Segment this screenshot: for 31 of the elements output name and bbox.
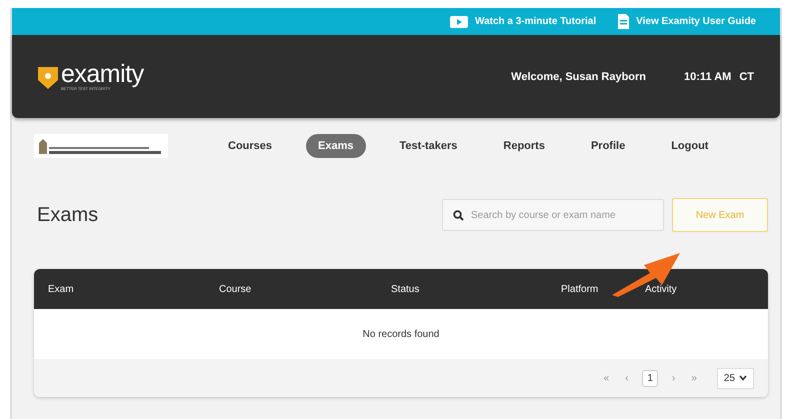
- shield-icon: [38, 64, 58, 88]
- nav-tab[interactable]: Test-takers: [388, 134, 470, 158]
- user-guide-link[interactable]: View Examity User Guide: [618, 14, 756, 29]
- nav-tab[interactable]: Logout: [659, 134, 720, 158]
- nav-tab[interactable]: Exams: [306, 134, 366, 158]
- tutorial-link[interactable]: Watch a 3-minute Tutorial: [450, 16, 596, 28]
- next-page-button[interactable]: ›: [670, 372, 678, 384]
- last-page-button[interactable]: »: [689, 372, 699, 384]
- page-number-button[interactable]: 1: [642, 370, 658, 386]
- nav-tab[interactable]: Profile: [578, 134, 638, 158]
- search-field[interactable]: Search by course or exam name: [442, 199, 664, 231]
- timezone-text: CT: [739, 70, 754, 82]
- time-text: 10:11 AM: [684, 70, 732, 82]
- previous-page-button[interactable]: ‹: [623, 372, 630, 384]
- page-size-dropdown[interactable]: 25: [716, 368, 754, 388]
- column-header: Course: [219, 284, 252, 294]
- page-title: Exams: [37, 204, 98, 226]
- empty-message: No records found: [362, 328, 440, 340]
- column-header: Exam: [48, 284, 75, 294]
- nav-tab[interactable]: Reports: [491, 134, 557, 158]
- video-icon: [450, 16, 468, 28]
- first-page-button[interactable]: «: [602, 372, 612, 384]
- chevron-down-icon: [739, 375, 747, 381]
- column-header: Status: [391, 284, 420, 294]
- column-header: Activity: [645, 284, 678, 294]
- pointer-arrow: [610, 251, 682, 297]
- column-header: Platform: [561, 284, 600, 294]
- welcome-text: Welcome, Susan Rayborn: [511, 70, 646, 82]
- document-icon: [618, 14, 630, 29]
- logo-text: examity: [61, 62, 144, 86]
- nav-tab[interactable]: Courses: [216, 134, 284, 158]
